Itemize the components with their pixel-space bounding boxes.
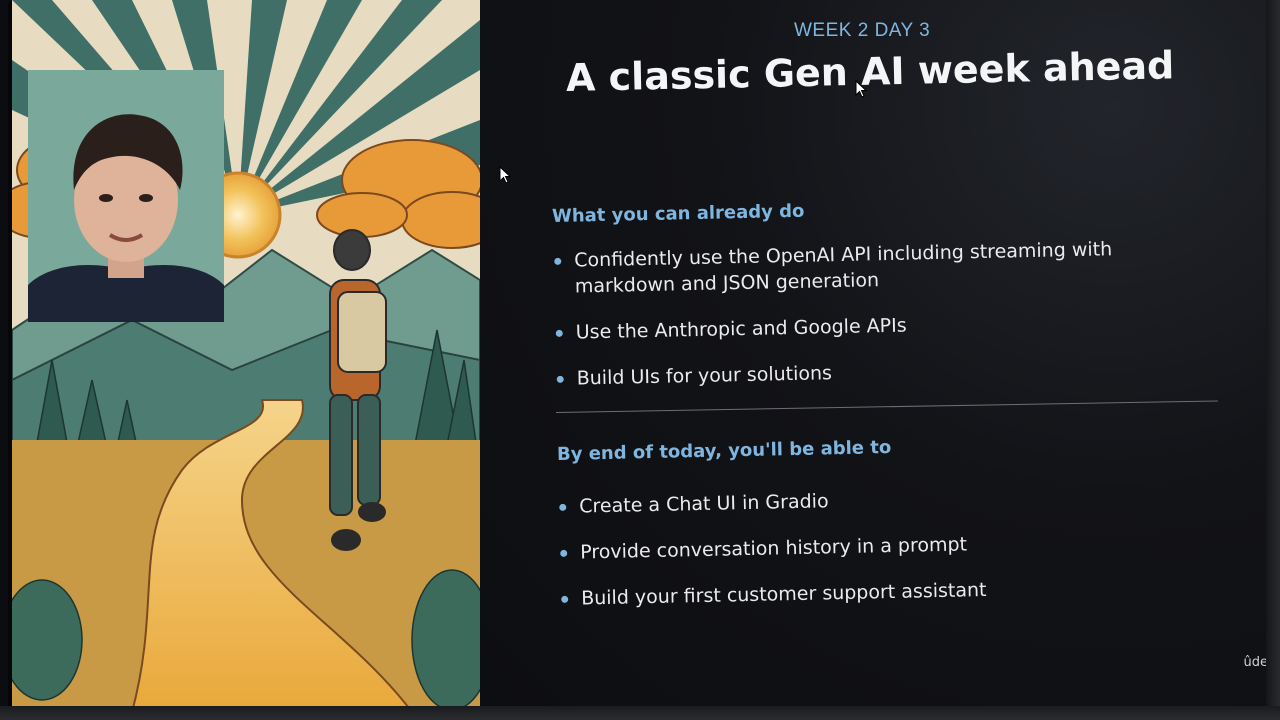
- section-divider: [555, 400, 1218, 413]
- mouse-pointer-icon: [499, 166, 512, 184]
- mouse-pointer-icon: [855, 80, 868, 98]
- list-item: Use the Anthropic and Google APIs: [554, 307, 1174, 346]
- list-item: Build UIs for your solutions: [554, 353, 1174, 392]
- list-item: Create a Chat UI in Gradio: [557, 481, 1177, 520]
- slide-title: A classic Gen AI week ahead: [565, 43, 1175, 100]
- presentation-slide: WEEK 2 DAY 3 A classic Gen AI week ahead…: [480, 0, 1270, 712]
- list-item: Build your first customer support assist…: [559, 573, 1179, 612]
- section-heading-today: By end of today, you'll be able to: [556, 437, 892, 465]
- section-heading-already: What you can already do: [551, 200, 805, 227]
- presenter-webcam: [28, 70, 224, 322]
- monitor-bezel-right: [1266, 0, 1280, 720]
- already-list: Confidently use the OpenAI API including…: [552, 235, 1175, 392]
- monitor-bezel-bottom: [0, 706, 1280, 720]
- list-item: Provide conversation history in a prompt: [558, 527, 1178, 566]
- list-item: Confidently use the OpenAI API including…: [552, 235, 1173, 300]
- corner-brand: ûde: [1243, 655, 1269, 670]
- slide-kicker: WEEK 2 DAY 3: [794, 20, 931, 41]
- today-list: Create a Chat UI in Gradio Provide conve…: [557, 481, 1180, 632]
